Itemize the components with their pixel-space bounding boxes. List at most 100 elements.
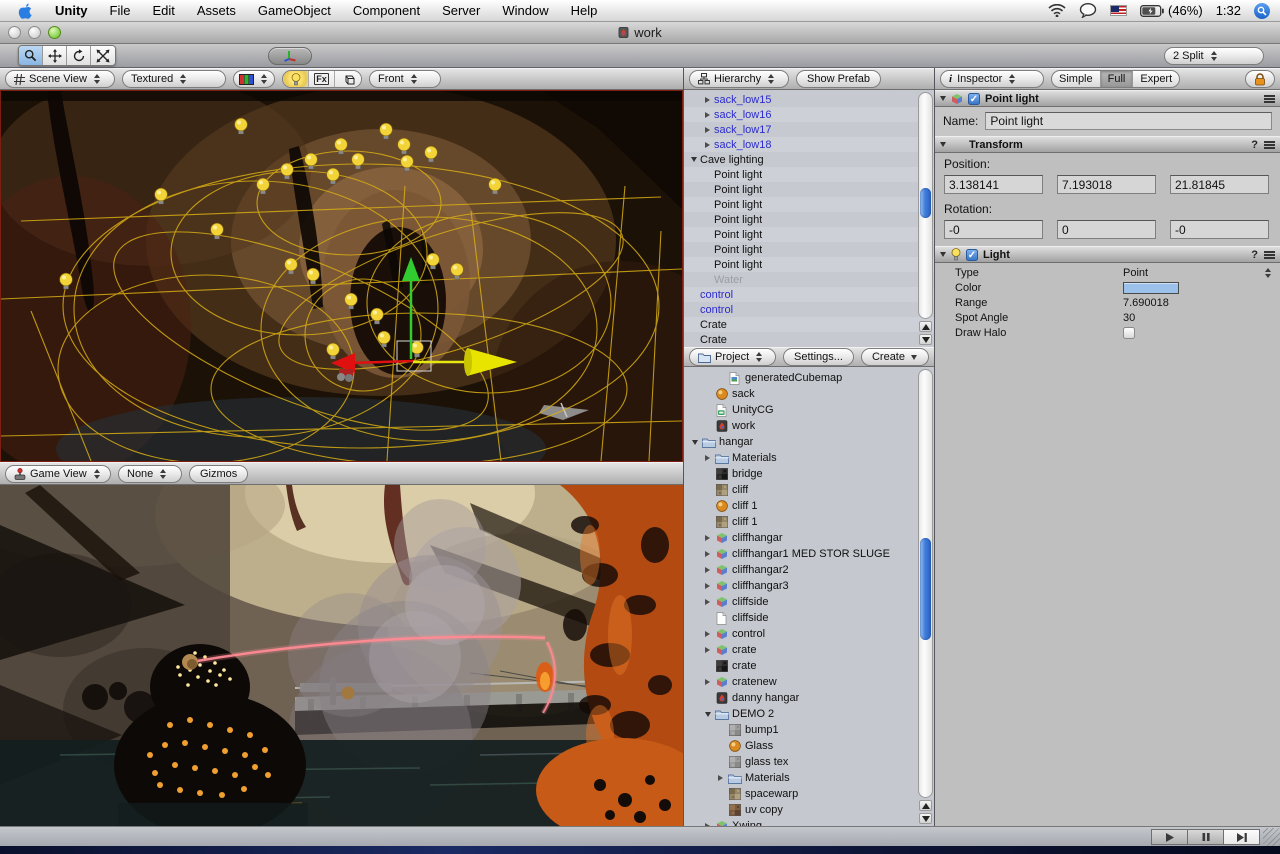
expanded-arrow-icon[interactable] <box>692 440 698 445</box>
enabled-checkbox[interactable] <box>966 249 978 261</box>
scrollbar-track[interactable] <box>918 369 933 798</box>
position-y-field[interactable] <box>1057 175 1156 194</box>
gizmos-button[interactable]: Gizmos <box>189 465 248 483</box>
project-item-generatedcubemap[interactable]: generatedCubemap <box>684 370 934 386</box>
project-item-danny-hangar[interactable]: danny hangar <box>684 690 934 706</box>
hierarchy-item-point-light[interactable]: Point light <box>684 167 934 182</box>
project-item-unitycg[interactable]: UnityCG <box>684 402 934 418</box>
help-icon[interactable]: ? <box>1251 139 1258 151</box>
move-tool-button[interactable] <box>43 46 67 65</box>
color-swatch[interactable] <box>1123 282 1179 294</box>
mode-segment-simple[interactable]: Simple <box>1052 71 1101 87</box>
settings-button[interactable]: Settings... <box>783 348 854 366</box>
project-item-work[interactable]: work <box>684 418 934 434</box>
aspect-popup[interactable]: None <box>118 465 182 483</box>
menu-item-gameobject[interactable]: GameObject <box>247 3 342 18</box>
hierarchy-item-point-light[interactable]: Point light <box>684 227 934 242</box>
collapsed-arrow-icon[interactable] <box>705 551 710 557</box>
scroll-down-button[interactable] <box>919 334 932 345</box>
draw-halo-checkbox[interactable] <box>1123 327 1135 339</box>
scroll-up-button[interactable] <box>919 800 932 811</box>
menu-item-edit[interactable]: Edit <box>141 3 185 18</box>
project-item-cliffhangar2[interactable]: cliffhangar2 <box>684 562 934 578</box>
hierarchy-item-point-light[interactable]: Point light <box>684 182 934 197</box>
collapsed-arrow-icon[interactable] <box>705 142 710 148</box>
apple-menu[interactable] <box>6 3 44 19</box>
hierarchy-item-point-light[interactable]: Point light <box>684 257 934 272</box>
pan-tool-button[interactable] <box>19 46 43 65</box>
position-x-field[interactable] <box>944 175 1043 194</box>
hierarchy-item-sack_low16[interactable]: sack_low16 <box>684 107 934 122</box>
collapsed-arrow-icon[interactable] <box>705 97 710 103</box>
hierarchy-item-cave-lighting[interactable]: Cave lighting <box>684 152 934 167</box>
project-item-crate[interactable]: crate <box>684 642 934 658</box>
project-item-cratenew[interactable]: cratenew <box>684 674 934 690</box>
project-item-glass[interactable]: Glass <box>684 738 934 754</box>
project-item-materials[interactable]: Materials <box>684 770 934 786</box>
collapsed-arrow-icon[interactable] <box>705 127 710 133</box>
chat-bubble-icon[interactable] <box>1079 3 1097 18</box>
window-resize-grip[interactable] <box>1263 828 1280 846</box>
active-checkbox[interactable] <box>968 93 980 105</box>
gizmos3d-toggle[interactable] <box>335 71 361 87</box>
collapsed-arrow-icon[interactable] <box>705 679 710 685</box>
scale-tool-button[interactable] <box>91 46 115 65</box>
hierarchy-item-point-light[interactable]: Point light <box>684 242 934 257</box>
context-menu-icon[interactable] <box>1264 98 1275 100</box>
menu-item-component[interactable]: Component <box>342 3 431 18</box>
context-menu-icon[interactable] <box>1264 144 1275 146</box>
collapsed-arrow-icon[interactable] <box>705 535 710 541</box>
project-item-uv-copy[interactable]: uv copy <box>684 802 934 818</box>
pivot-handle-button[interactable] <box>268 47 312 65</box>
menu-item-help[interactable]: Help <box>560 3 609 18</box>
menu-item-assets[interactable]: Assets <box>186 3 247 18</box>
step-button[interactable] <box>1223 829 1260 845</box>
zoom-button[interactable] <box>48 26 61 39</box>
hierarchy-item-sack_low17[interactable]: sack_low17 <box>684 122 934 137</box>
battery-indicator[interactable]: (46%) <box>1140 3 1203 18</box>
scrollbar-thumb[interactable] <box>920 538 931 640</box>
collapsed-arrow-icon[interactable] <box>705 647 710 653</box>
rotate-tool-button[interactable] <box>67 46 91 65</box>
scrollbar-thumb[interactable] <box>920 188 931 218</box>
name-input[interactable] <box>985 112 1272 130</box>
project-popup[interactable]: Project <box>689 348 776 366</box>
project-item-cliff[interactable]: cliff <box>684 482 934 498</box>
project-item-cliffhangar1-med-stor-sluge[interactable]: cliffhangar1 MED STOR SLUGE <box>684 546 934 562</box>
hierarchy-item-crate[interactable]: Crate <box>684 317 934 332</box>
project-item-bridge[interactable]: bridge <box>684 466 934 482</box>
lighting-toggle[interactable] <box>283 71 309 87</box>
game-object-header[interactable]: Point light <box>935 90 1280 107</box>
collapsed-arrow-icon[interactable] <box>705 631 710 637</box>
collapsed-arrow-icon[interactable] <box>705 583 710 589</box>
project-item-bump1[interactable]: bump1 <box>684 722 934 738</box>
collapsed-arrow-icon[interactable] <box>705 112 710 118</box>
project-item-cliff-1[interactable]: cliff 1 <box>684 498 934 514</box>
expanded-arrow-icon[interactable] <box>691 157 697 162</box>
minimize-button[interactable] <box>28 26 41 39</box>
menu-item-server[interactable]: Server <box>431 3 491 18</box>
scroll-down-button[interactable] <box>919 813 932 824</box>
prop-value[interactable]: Point <box>1123 267 1148 279</box>
project-item-cliffside[interactable]: cliffside <box>684 594 934 610</box>
color-channels-popup[interactable] <box>233 70 275 88</box>
type-stepper-icon[interactable] <box>1265 268 1272 278</box>
transform-header[interactable]: Transform ? <box>935 136 1280 153</box>
game-view-popup[interactable]: Game View <box>5 465 111 483</box>
shading-mode-popup[interactable]: Textured <box>122 70 226 88</box>
rotation-z-field[interactable] <box>1170 220 1269 239</box>
help-icon[interactable]: ? <box>1251 249 1258 261</box>
mode-segment-expert[interactable]: Expert <box>1133 71 1179 87</box>
project-item-cliffhangar3[interactable]: cliffhangar3 <box>684 578 934 594</box>
hierarchy-item-point-light[interactable]: Point light <box>684 197 934 212</box>
show-prefab-button[interactable]: Show Prefab <box>796 70 881 88</box>
project-item-xwing[interactable]: Xwing <box>684 818 934 826</box>
scene-viewport[interactable] <box>0 90 683 462</box>
project-scrollbar[interactable] <box>918 369 933 824</box>
wifi-icon[interactable] <box>1048 4 1066 17</box>
rotation-x-field[interactable] <box>944 220 1043 239</box>
project-item-spacewarp[interactable]: spacewarp <box>684 786 934 802</box>
position-z-field[interactable] <box>1170 175 1269 194</box>
menu-item-file[interactable]: File <box>99 3 142 18</box>
menu-clock[interactable]: 1:32 <box>1216 3 1241 18</box>
